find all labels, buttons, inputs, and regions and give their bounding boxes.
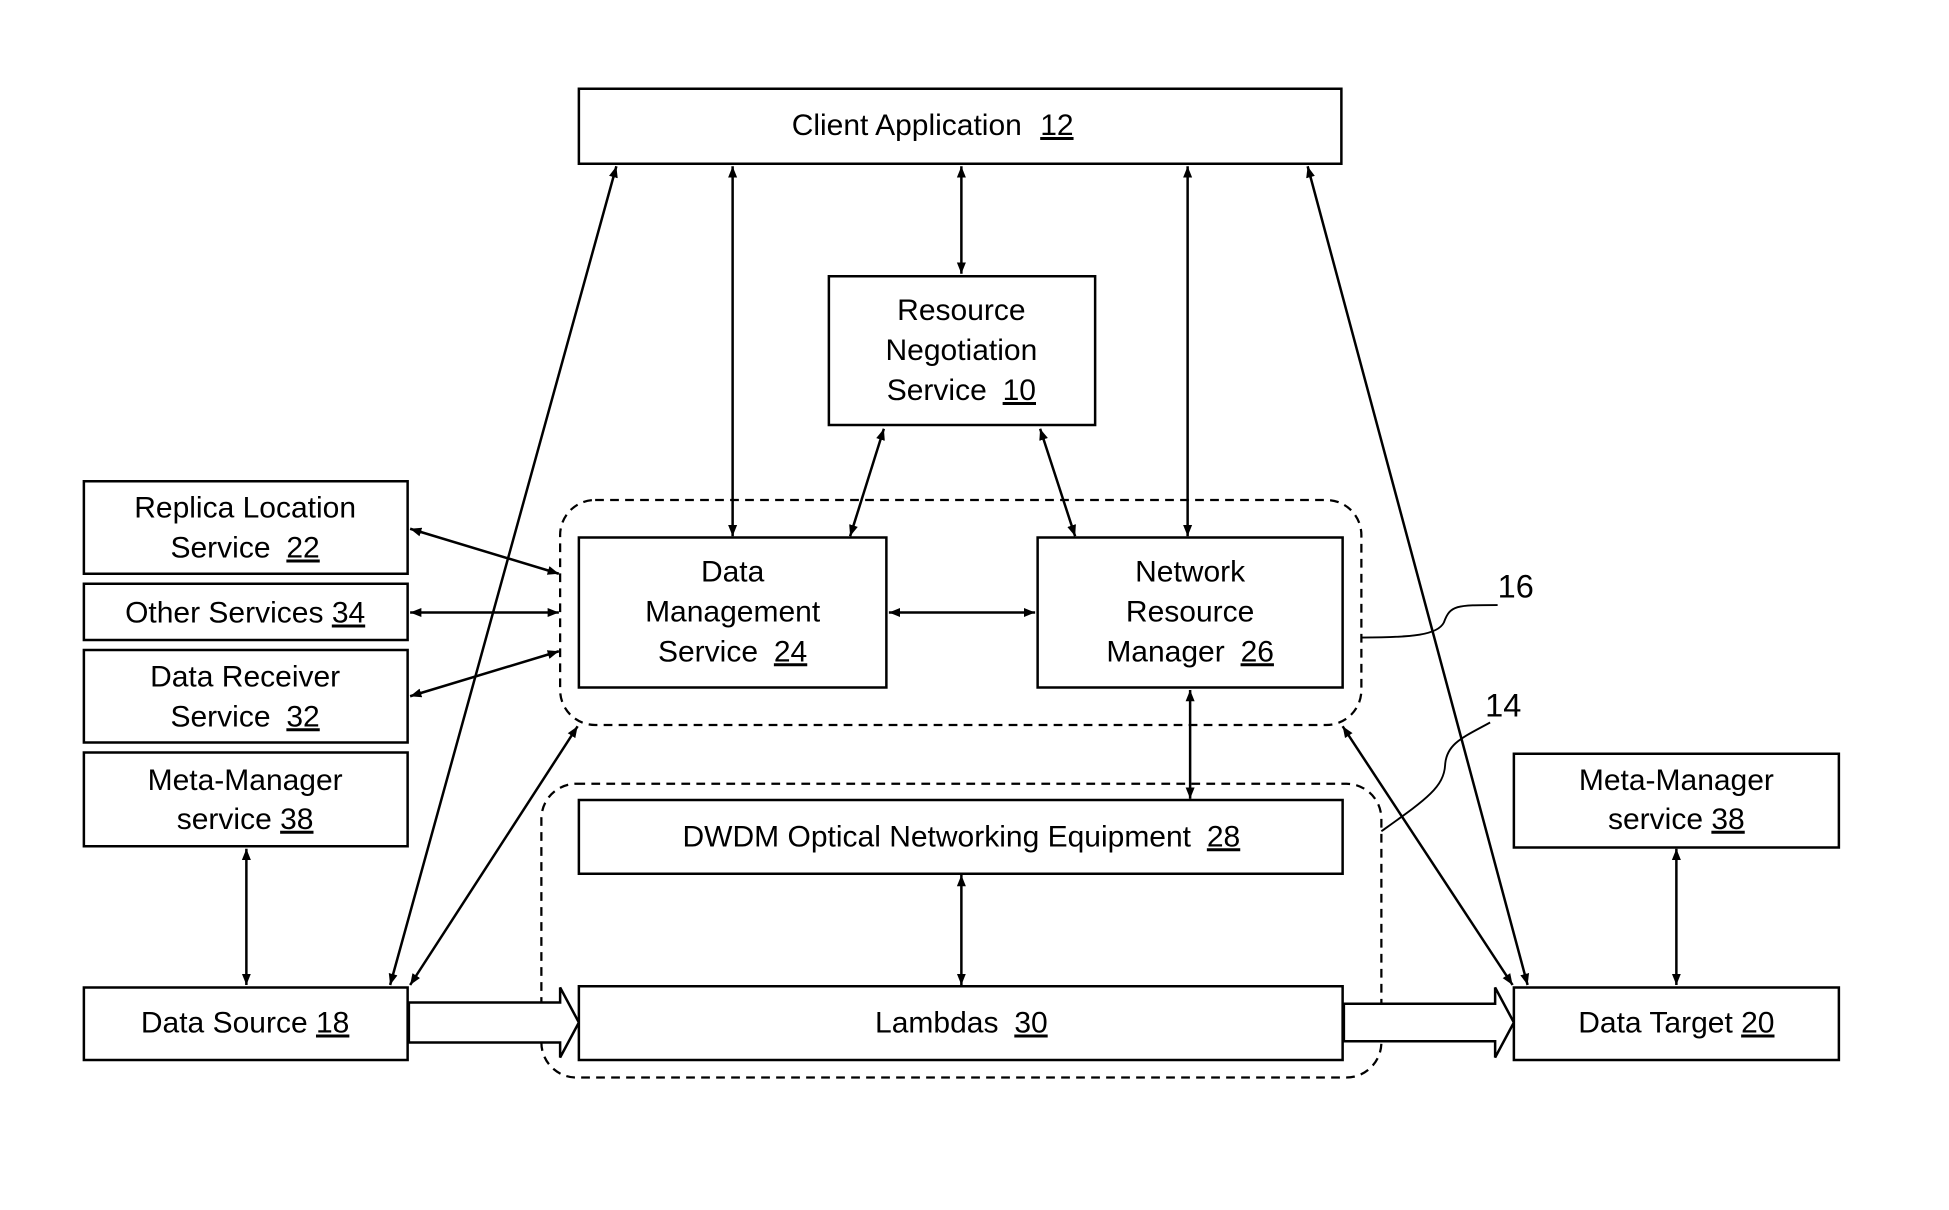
node-ref: 30 xyxy=(1014,1007,1047,1040)
callout-14: 14 xyxy=(1485,687,1521,723)
node-label: Lambdas xyxy=(875,1007,998,1040)
node-label: DWDM Optical Networking Equipment xyxy=(683,820,1192,853)
data-source-node[interactable]: Data Source 18 xyxy=(82,986,409,1062)
node-ref: 38 xyxy=(1711,803,1744,836)
edge-replica-group xyxy=(409,527,560,575)
node-label-line: Network xyxy=(1135,555,1246,588)
edge-rns-dms xyxy=(848,428,886,537)
svg-text:Service 22: Service 22 xyxy=(170,532,319,565)
node-label: Client Application xyxy=(792,109,1022,142)
node-label-line: service xyxy=(177,803,272,836)
svg-text:service 38: service 38 xyxy=(1608,803,1745,836)
node-label-line: Data Receiver xyxy=(150,660,340,693)
edge-receiver-group xyxy=(409,650,560,698)
node-ref: 32 xyxy=(286,700,319,733)
edge-rns-nrm xyxy=(1038,428,1077,537)
data-target-node[interactable]: Data Target 20 xyxy=(1512,986,1841,1062)
node-label-line: Resource xyxy=(1126,595,1254,628)
svg-text:Manager 26: Manager 26 xyxy=(1106,635,1274,668)
node-label-line: Service xyxy=(658,635,758,668)
svg-text:Lambdas 30: Lambdas 30 xyxy=(875,1007,1048,1040)
node-ref: 18 xyxy=(316,1007,349,1040)
node-label-line: service xyxy=(1608,803,1703,836)
node-label: Data Source xyxy=(141,1007,308,1040)
dwdm-node[interactable]: DWDM Optical Networking Equipment 28 xyxy=(577,798,1344,875)
node-label-line: Meta-Manager xyxy=(1579,764,1774,797)
node-label-line: Management xyxy=(645,595,821,628)
data-receiver-node[interactable]: Data Receiver Service 32 xyxy=(82,648,409,744)
node-label-line: Service xyxy=(170,700,270,733)
callout-leader-14 xyxy=(1380,721,1491,833)
svg-text:Data Target 20: Data Target 20 xyxy=(1578,1007,1774,1040)
node-ref: 24 xyxy=(774,635,807,668)
svg-text:DWDM Optical Networking Equipm: DWDM Optical Networking Equipment 28 xyxy=(683,820,1241,853)
svg-text:service 38: service 38 xyxy=(177,803,314,836)
node-ref: 20 xyxy=(1741,1007,1774,1040)
edge-datasource-group xyxy=(409,725,579,986)
other-services-node[interactable]: Other Services 34 xyxy=(82,582,409,642)
node-label-line: Service xyxy=(170,532,270,565)
system-architecture-diagram: 16 14 Client Application 12 Resource Neg… xyxy=(82,87,1841,1079)
meta-manager-right-node[interactable]: Meta-Manager service 38 xyxy=(1512,752,1841,849)
resource-negotiation-node[interactable]: Resource Negotiation Service 10 xyxy=(827,275,1097,427)
svg-text:Other Services 34: Other Services 34 xyxy=(125,597,365,630)
svg-text:Service 10: Service 10 xyxy=(887,374,1036,407)
node-ref: 12 xyxy=(1040,109,1073,142)
dataflow-arrow-source-to-lambdas xyxy=(407,986,581,1059)
svg-text:Service 32: Service 32 xyxy=(170,700,319,733)
callout-16: 16 xyxy=(1498,569,1534,605)
network-resource-manager-node[interactable]: Network Resource Manager 26 xyxy=(1036,536,1344,689)
svg-text:Service 24: Service 24 xyxy=(658,635,807,668)
node-label-line: Data xyxy=(701,555,765,588)
svg-text:Data Source 18: Data Source 18 xyxy=(141,1007,349,1040)
data-management-node[interactable]: Data Management Service 24 xyxy=(577,536,888,689)
client-application-node[interactable]: Client Application 12 xyxy=(577,87,1343,165)
node-label: Other Services xyxy=(125,597,323,630)
replica-location-node[interactable]: Replica Location Service 22 xyxy=(82,480,409,575)
node-label-line: Resource xyxy=(897,294,1025,327)
node-label-line: Service xyxy=(887,374,987,407)
node-ref: 28 xyxy=(1207,820,1240,853)
node-ref: 26 xyxy=(1241,635,1274,668)
node-ref: 34 xyxy=(332,597,365,630)
meta-manager-left-node[interactable]: Meta-Manager service 38 xyxy=(82,751,409,848)
lambdas-node[interactable]: Lambdas 30 xyxy=(577,985,1344,1062)
node-ref: 10 xyxy=(1003,374,1036,407)
edge-group-datatarget xyxy=(1341,725,1514,986)
node-ref: 22 xyxy=(286,532,319,565)
node-label-line: Replica Location xyxy=(134,492,356,525)
node-label-line: Negotiation xyxy=(885,334,1037,367)
node-label: Data Target xyxy=(1578,1007,1733,1040)
node-label-line: Manager xyxy=(1106,635,1224,668)
dataflow-arrow-lambdas-to-target xyxy=(1342,986,1516,1059)
node-label-line: Meta-Manager xyxy=(148,764,343,797)
node-ref: 38 xyxy=(280,803,313,836)
